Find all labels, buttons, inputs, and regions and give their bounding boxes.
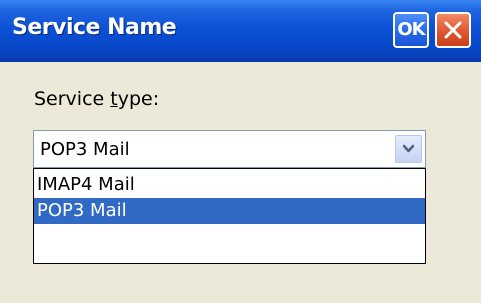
service-type-dropdown-list[interactable]: IMAP4 Mail POP3 Mail bbox=[33, 168, 426, 264]
close-icon bbox=[444, 21, 462, 39]
service-type-combo-value: POP3 Mail bbox=[40, 139, 130, 160]
window-title: Service Name bbox=[12, 15, 177, 40]
service-type-label-end: ype: bbox=[117, 88, 160, 110]
title-bar[interactable]: Service Name OK bbox=[0, 0, 481, 62]
service-type-label-mnemonic: t bbox=[110, 88, 118, 110]
service-type-label: Service type: bbox=[34, 88, 159, 110]
service-type-label-start: Service bbox=[34, 88, 111, 110]
chevron-down-icon bbox=[403, 144, 414, 153]
combo-dropdown-button[interactable] bbox=[395, 135, 422, 163]
service-type-combo[interactable]: POP3 Mail bbox=[33, 130, 426, 168]
close-button[interactable] bbox=[435, 12, 471, 48]
ok-button[interactable]: OK bbox=[393, 12, 429, 48]
list-item-imap4-mail[interactable]: IMAP4 Mail bbox=[34, 172, 425, 198]
list-item-pop3-mail[interactable]: POP3 Mail bbox=[34, 198, 425, 224]
